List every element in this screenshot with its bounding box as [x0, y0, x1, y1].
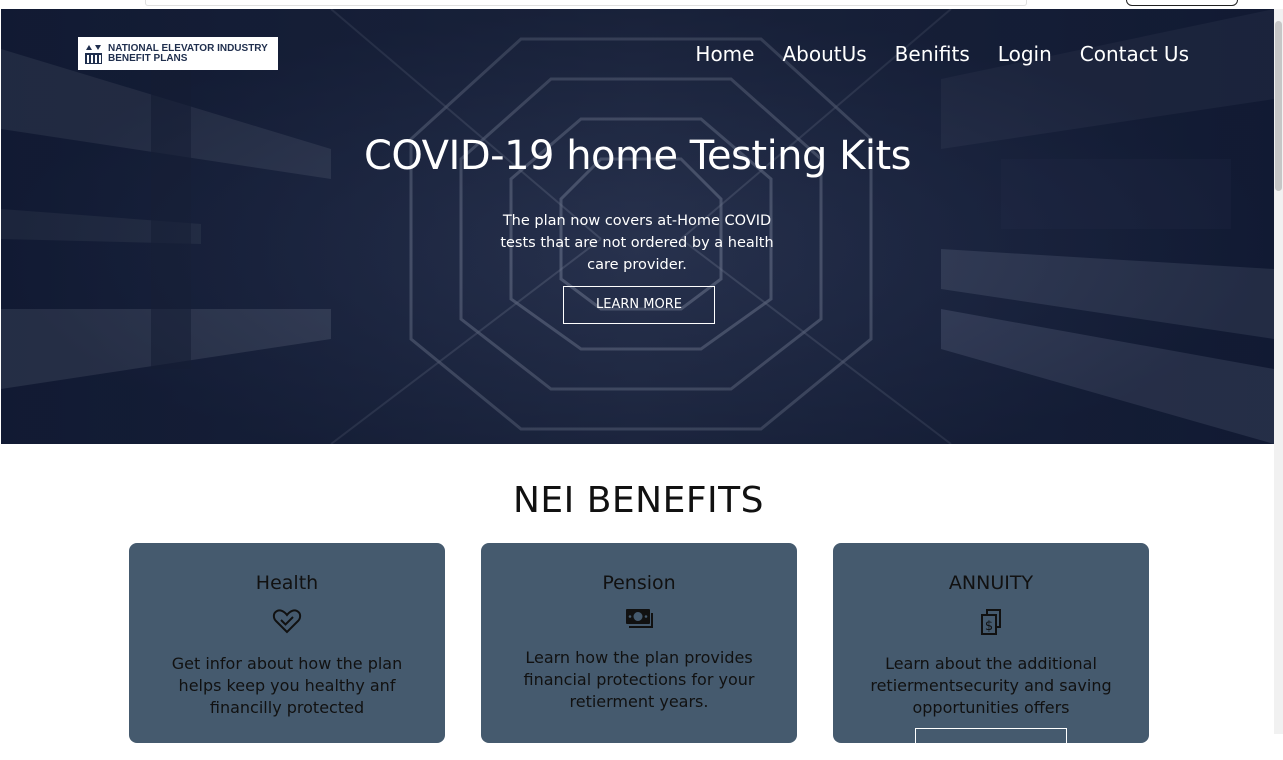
benefit-card-pension[interactable]: Pension Learn how the plan provides fina… — [481, 543, 797, 743]
hero-banner: NATIONAL ELEVATOR INDUSTRY BENEFIT PLANS… — [1, 9, 1274, 444]
site-logo[interactable]: NATIONAL ELEVATOR INDUSTRY BENEFIT PLANS — [78, 37, 278, 70]
heart-check-icon — [272, 609, 302, 634]
hero-title: COVID-19 home Testing Kits — [363, 133, 912, 179]
card-title: ANNUITY — [948, 572, 1034, 594]
address-bar-edge[interactable] — [145, 0, 1027, 6]
logo-line-1: NATIONAL ELEVATOR INDUSTRY — [108, 42, 268, 54]
main-navigation: Home AboutUs Benifits Login Contact Us — [695, 42, 1189, 66]
browser-pill-button[interactable] — [1126, 0, 1238, 6]
browser-top-strip — [0, 0, 1283, 9]
nav-about-us[interactable]: AboutUs — [782, 42, 866, 66]
benefit-card-annuity[interactable]: ANNUITY $ Learn about the additional ret… — [833, 543, 1149, 760]
learn-more-button[interactable]: LEARN MORE — [563, 286, 715, 324]
nav-login[interactable]: Login — [998, 42, 1052, 66]
card-title: Health — [255, 572, 319, 594]
page-scrollbar[interactable] — [1274, 9, 1283, 734]
scrollbar-thumb[interactable] — [1275, 21, 1282, 191]
svg-text:$: $ — [985, 619, 993, 634]
money-bill-icon — [626, 609, 653, 628]
dollar-files-icon: $ — [981, 609, 1001, 635]
benefit-card-health[interactable]: Health Get infor about how the plan help… — [129, 543, 445, 743]
card-description: Learn about the additional retiermentsec… — [870, 654, 1112, 717]
nav-contact-us[interactable]: Contact Us — [1080, 42, 1189, 66]
hero-subtitle: The plan now covers at-Home COVID tests … — [500, 213, 774, 273]
benefits-section-title: NEI BENEFITS — [512, 480, 765, 521]
card-title: Pension — [602, 572, 676, 594]
card-description: Get infor about how the plan helps keep … — [171, 654, 403, 717]
nav-home[interactable]: Home — [695, 42, 754, 66]
logo-text: NATIONAL ELEVATOR INDUSTRY BENEFIT PLANS — [108, 42, 268, 64]
card-description: Learn how the plan provides financial pr… — [523, 648, 755, 711]
logo-line-2: BENEFIT PLANS — [108, 52, 188, 64]
elevator-logo-icon — [85, 44, 102, 64]
card-button-partial[interactable] — [915, 728, 1067, 760]
nav-benefits[interactable]: Benifits — [895, 42, 970, 66]
